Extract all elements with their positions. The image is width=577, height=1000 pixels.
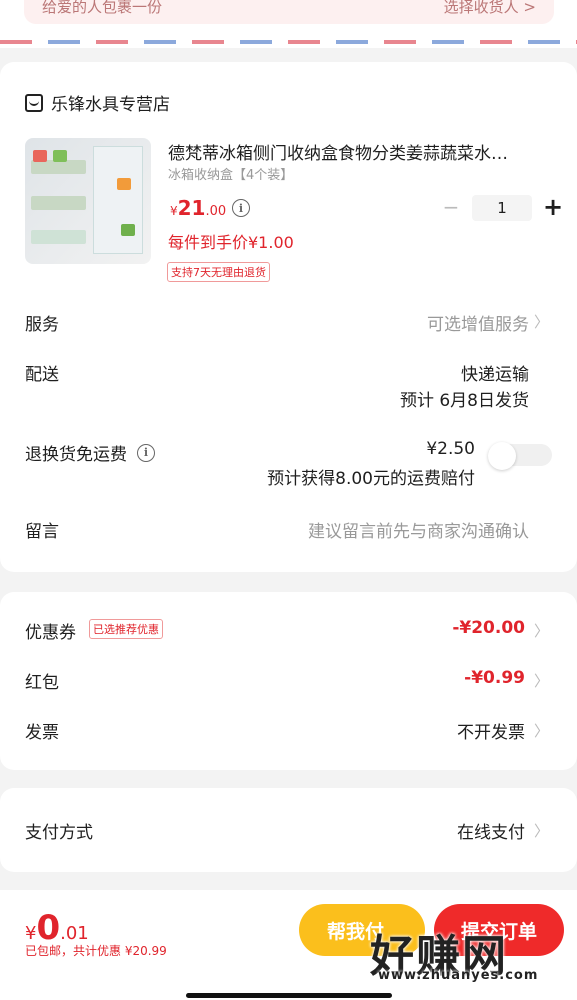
freight-note: 预计获得8.00元的运费赔付 [267, 469, 475, 489]
shop-header[interactable]: 乐锋水具专营店 [25, 90, 170, 115]
thumb-vegetable [117, 178, 131, 190]
home-indicator[interactable] [186, 993, 392, 998]
freight-price: ¥2.50 [426, 439, 475, 459]
thumb-vegetable [33, 150, 47, 162]
total-currency: ¥ [25, 923, 37, 944]
chevron-right-icon[interactable]: 〉 [534, 620, 549, 641]
chevron-right-icon[interactable]: 〉 [534, 311, 549, 332]
redpacket-value[interactable]: -¥0.99 [464, 668, 525, 688]
quantity-increase-button[interactable]: + [542, 195, 564, 219]
coupon-value[interactable]: -¥20.00 [452, 618, 525, 638]
invoice-value[interactable]: 不开发票 [457, 718, 525, 743]
price-integer: 21 [177, 196, 206, 220]
thumb-shelf [31, 196, 86, 210]
product-price: ¥ 21 .00 [170, 196, 226, 220]
delivery-date: 预计 6月8日发货 [399, 391, 529, 411]
total-subtext: 已包邮，共计优惠 ¥20.99 [25, 944, 167, 958]
delivery-label: 配送 [25, 365, 59, 385]
coupon-label: 优惠券 [25, 623, 76, 643]
message-input[interactable]: 建议留言前先与商家沟通确认 [308, 517, 529, 542]
thumb-shelf [31, 230, 86, 244]
redpacket-label: 红包 [25, 673, 59, 693]
thumb-shelf [31, 160, 86, 174]
return-policy-badge: 支持7天无理由退货 [167, 262, 270, 282]
store-icon [25, 93, 43, 112]
chevron-right-icon[interactable]: 〉 [534, 820, 549, 841]
product-title[interactable]: 德梵蒂冰箱侧门收纳盒食物分类姜蒜蔬菜水… [168, 139, 548, 164]
freight-label: 退换货免运费 [25, 445, 127, 465]
product-thumbnail[interactable] [25, 138, 151, 264]
address-banner[interactable]: 给爱的人包裹一份 选择收货人 > [24, 0, 554, 24]
chevron-right-icon[interactable]: 〉 [534, 720, 549, 741]
toggle-knob [488, 442, 516, 470]
chevron-right-icon[interactable]: 〉 [534, 670, 549, 691]
coupon-recommended-badge: 已选推荐优惠 [89, 619, 163, 639]
price-decimal: .00 [205, 204, 227, 219]
freight-toggle[interactable] [488, 442, 552, 470]
select-recipient-link[interactable]: 选择收货人 > [444, 0, 536, 17]
service-label: 服务 [25, 315, 59, 335]
price-currency: ¥ [170, 204, 178, 218]
thumb-vegetable [121, 224, 135, 236]
total-decimal: .01 [60, 923, 89, 944]
quantity-input[interactable]: 1 [472, 195, 532, 221]
airmail-stripe-divider [0, 40, 577, 44]
price-info-icon[interactable]: i [232, 199, 250, 217]
invoice-label: 发票 [25, 723, 59, 743]
address-card[interactable]: 给爱的人包裹一份 选择收货人 > [0, 0, 577, 48]
unit-price: 每件到手价¥1.00 [168, 233, 294, 252]
quantity-stepper: − 1 + [440, 195, 564, 221]
service-value[interactable]: 可选增值服务 [427, 310, 529, 335]
address-left-text: 给爱的人包裹一份 [42, 0, 163, 16]
delivery-method: 快递运输 [461, 365, 529, 385]
thumb-vegetable [53, 150, 67, 162]
payment-label: 支付方式 [25, 823, 93, 843]
shop-name: 乐锋水具专营店 [51, 95, 170, 115]
discounts-card: 优惠券 已选推荐优惠 -¥20.00 〉 红包 -¥0.99 〉 发票 不开发票… [0, 592, 577, 770]
thumb-fridge-door [93, 146, 143, 254]
site-watermark: 好赚网 www.zhuanyes.com [370, 920, 560, 990]
payment-card[interactable]: 支付方式 在线支付 〉 [0, 788, 577, 872]
payment-value[interactable]: 在线支付 [457, 818, 525, 843]
freight-row: 退换货免运费 i [25, 440, 155, 465]
quantity-decrease-button[interactable]: − [440, 197, 462, 219]
freight-info-icon[interactable]: i [137, 443, 155, 462]
product-sku[interactable]: 冰箱收纳盒【4个装】 [168, 164, 293, 183]
shop-card: 乐锋水具专营店 德梵蒂冰箱侧门收纳盒食物分类姜蒜蔬菜水… 冰箱收纳盒【4个装】 … [0, 62, 577, 572]
watermark-url: www.zhuanyes.com [378, 968, 539, 983]
message-label: 留言 [25, 522, 59, 542]
